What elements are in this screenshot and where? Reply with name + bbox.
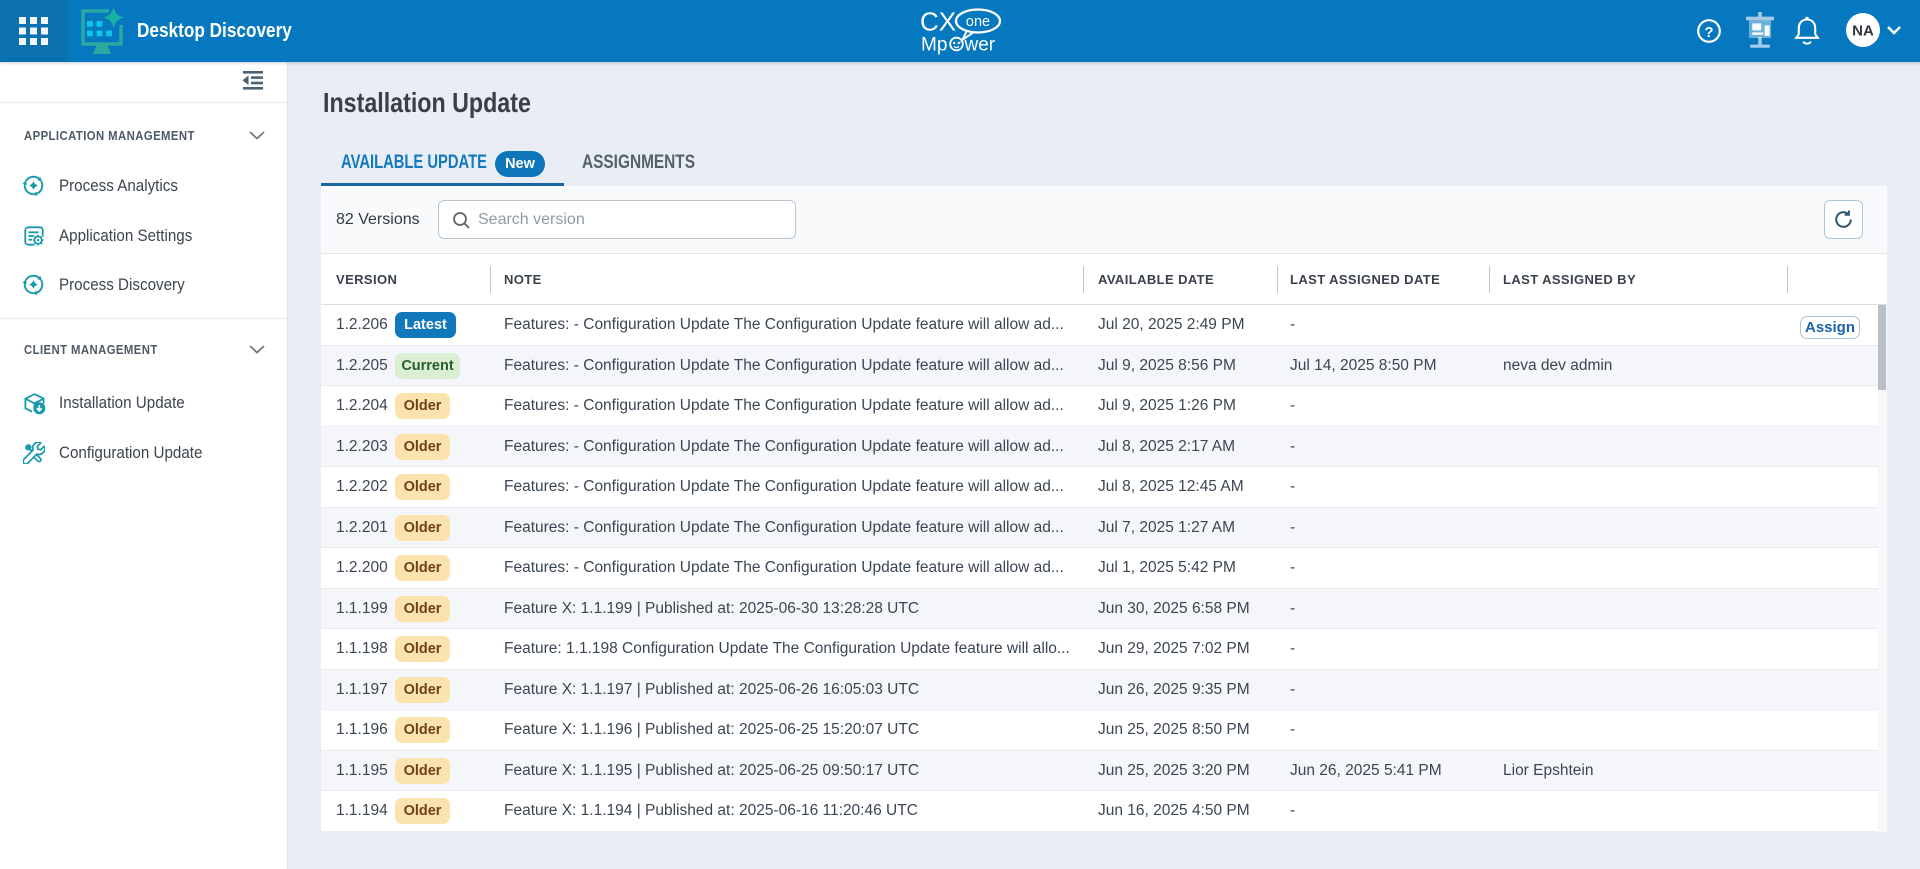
svg-text:wer: wer <box>964 35 996 56</box>
svg-text:CX: CX <box>920 7 956 37</box>
svg-text:NA: NA <box>1852 23 1874 40</box>
svg-text:?: ? <box>1704 24 1713 41</box>
svg-text:Mp: Mp <box>921 35 947 56</box>
svg-text:one: one <box>966 14 990 30</box>
